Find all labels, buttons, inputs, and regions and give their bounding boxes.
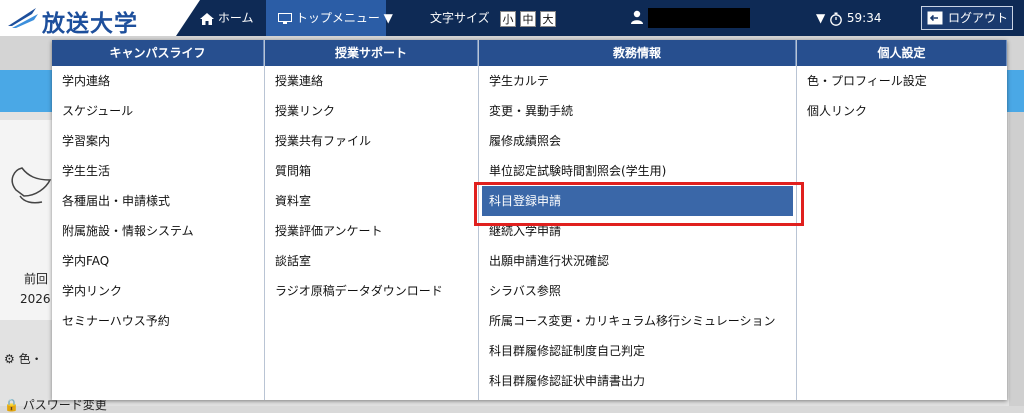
menu-item[interactable]: 附属施設・情報システム	[52, 216, 264, 246]
logout-icon	[927, 11, 943, 25]
menu-item[interactable]: 学内連絡	[52, 66, 264, 96]
logo[interactable]: 放送大学	[0, 0, 200, 36]
menu-item[interactable]: ラジオ原稿データダウンロード	[265, 276, 478, 306]
menu-column-header: 個人設定	[797, 40, 1007, 66]
timer-value: 59:34	[846, 11, 882, 25]
font-size-label: 文字サイズ	[430, 11, 490, 25]
logo-text: 放送大学	[42, 11, 138, 37]
menu-item[interactable]: 授業共有ファイル	[265, 126, 478, 156]
menu-item[interactable]: 継続入学申請	[479, 216, 796, 246]
menu-item[interactable]: 授業リンク	[265, 96, 478, 126]
background-right-panel	[1009, 112, 1024, 406]
gear-icon: ⚙	[4, 352, 15, 366]
menu-column-personal-settings: 個人設定 色・プロフィール設定 個人リンク	[797, 40, 1007, 400]
menu-item[interactable]: 科目群履修認証状申請書出力	[479, 366, 796, 396]
background-color-setting[interactable]: ⚙ 色・	[4, 350, 43, 367]
background-label-previous: 前回	[24, 272, 49, 286]
menu-item[interactable]: 所属コース変更・カリキュラム移行シミュレーション	[479, 306, 796, 336]
font-size-medium-button[interactable]: 中	[520, 11, 536, 27]
menu-item-selected[interactable]: 科目登録申請	[482, 186, 793, 216]
menu-item[interactable]: 談話室	[265, 246, 478, 276]
home-label: ホーム	[217, 11, 254, 25]
logout-button[interactable]: ログアウト	[921, 6, 1013, 30]
top-menu-label: トップメニュー	[295, 11, 380, 25]
color-setting-label: 色・	[18, 352, 43, 366]
password-change-label: パスワード変更	[22, 398, 107, 412]
menu-item[interactable]: 学内FAQ	[52, 246, 264, 276]
user-name	[648, 8, 750, 28]
menu-item[interactable]: セミナーハウス予約	[52, 306, 264, 336]
menu-column-campus-life: キャンパスライフ 学内連絡 スケジュール 学習案内 学生生活 各種届出・申請様式…	[52, 40, 265, 400]
menu-column-academic-info: 教務情報 学生カルテ 変更・異動手続 履修成績照会 単位認定試験時間割照会(学生…	[479, 40, 797, 400]
lock-icon: 🔒	[4, 398, 19, 412]
menu-item[interactable]: シラバス参照	[479, 276, 796, 306]
menu-item[interactable]: 個人リンク	[797, 96, 1007, 126]
menu-item[interactable]: 学生生活	[52, 156, 264, 186]
menu-column-header: 教務情報	[479, 40, 796, 66]
wing-icon	[11, 167, 52, 204]
menu-item[interactable]: 質問箱	[265, 156, 478, 186]
caret-down-icon: ▼	[383, 11, 393, 25]
menu-column-class-support: 授業サポート 授業連絡 授業リンク 授業共有ファイル 質問箱 資料室 授業評価ア…	[265, 40, 479, 400]
menu-item[interactable]: 授業連絡	[265, 66, 478, 96]
menu-column-header: 授業サポート	[265, 40, 478, 66]
top-menu-dropdown: キャンパスライフ 学内連絡 スケジュール 学習案内 学生生活 各種届出・申請様式…	[52, 40, 1007, 400]
home-icon	[200, 12, 214, 25]
background-label-year: 2026	[20, 292, 51, 306]
logout-label: ログアウト	[948, 11, 1009, 25]
menu-item[interactable]: 履修成績照会	[479, 126, 796, 156]
session-timer[interactable]: ▼ 59:34	[816, 0, 881, 36]
menu-item[interactable]: 学生カルテ	[479, 66, 796, 96]
font-size-large-button[interactable]: 大	[540, 11, 556, 27]
menu-item[interactable]: 色・プロフィール設定	[797, 66, 1007, 96]
menu-item[interactable]: 各種届出・申請様式	[52, 186, 264, 216]
menu-item[interactable]: 資料室	[265, 186, 478, 216]
monitor-icon	[278, 12, 292, 24]
menu-item[interactable]: 変更・異動手続	[479, 96, 796, 126]
logo-wing-icon	[8, 8, 38, 28]
user-icon	[631, 10, 643, 24]
stopwatch-icon	[830, 12, 842, 26]
menu-item[interactable]: スケジュール	[52, 96, 264, 126]
top-navigation-bar: 放送大学 ホーム トップメニュー ▼ 文字サイズ 小 中 大 ▼ 59:34 ロ…	[0, 0, 1024, 36]
menu-item[interactable]: 学内リンク	[52, 276, 264, 306]
top-menu-button[interactable]: トップメニュー ▼	[266, 0, 393, 36]
menu-item[interactable]: 出願申請進行状況確認	[479, 246, 796, 276]
caret-down-icon: ▼	[816, 11, 826, 25]
menu-item[interactable]: 単位認定試験時間割照会(学生用)	[479, 156, 796, 186]
menu-column-header: キャンパスライフ	[52, 40, 264, 66]
home-link[interactable]: ホーム	[200, 0, 253, 36]
menu-item[interactable]: 授業評価アンケート	[265, 216, 478, 246]
menu-item[interactable]: 科目群履修認証制度自己判定	[479, 336, 796, 366]
font-size-small-button[interactable]: 小	[500, 11, 516, 27]
menu-item[interactable]: 学習案内	[52, 126, 264, 156]
